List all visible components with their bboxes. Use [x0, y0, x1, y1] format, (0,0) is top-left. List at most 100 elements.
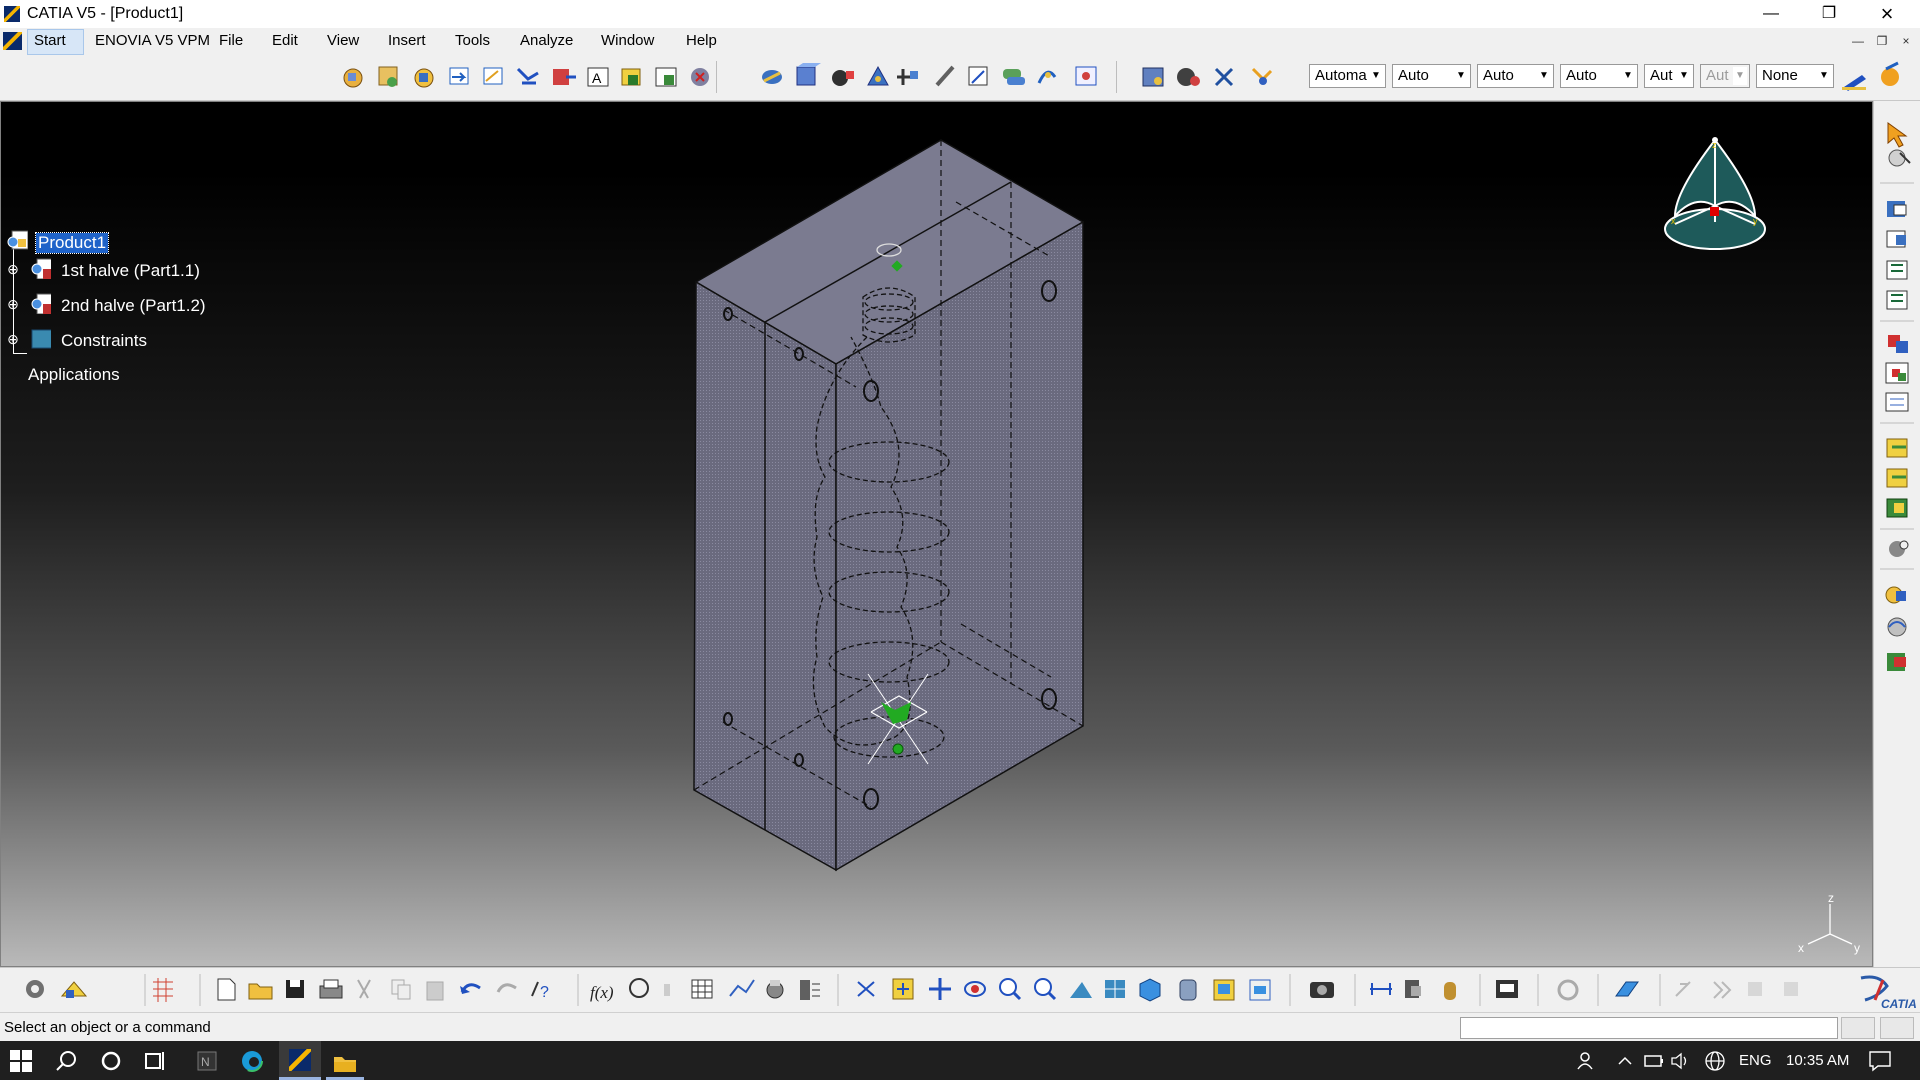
- painter-icons[interactable]: [1838, 55, 1918, 100]
- replace-component-icon: [1888, 335, 1908, 353]
- redo-icon: [496, 983, 517, 993]
- action-center-icon[interactable]: [1868, 1050, 1892, 1072]
- generate-numbering-icon: [1885, 392, 1909, 412]
- line-type-combo[interactable]: Automa ▼: [1309, 64, 1386, 88]
- clash-icon: [1885, 586, 1906, 604]
- chevron-down-icon: ▼: [1733, 67, 1747, 85]
- paste-icon: [426, 981, 444, 1001]
- layer-combo[interactable]: None ▼: [1756, 64, 1834, 88]
- taskbar-catia-active[interactable]: [279, 1041, 321, 1080]
- product-structure-icons[interactable]: A: [343, 66, 709, 88]
- power-input-option-button[interactable]: [1880, 1017, 1914, 1039]
- bill-of-material-icon: [1887, 653, 1906, 671]
- pan-icon: [929, 978, 951, 1000]
- print-icon: [319, 979, 343, 999]
- reactions-icon: [729, 979, 755, 997]
- power-input-ok-button[interactable]: [1841, 1017, 1875, 1039]
- open-folder-icon: [248, 983, 273, 1000]
- undo-icon: [460, 983, 481, 994]
- iso-view-icon: [1139, 978, 1161, 1002]
- menu-window[interactable]: Window: [601, 32, 654, 49]
- input-language[interactable]: ENG: [1739, 1052, 1772, 1069]
- graph-tree-reordering-icon: [1885, 362, 1909, 384]
- orientation-compass-icon[interactable]: z x y: [1655, 132, 1775, 272]
- line-thickness-combo[interactable]: Auto ▼: [1392, 64, 1471, 88]
- color-combo[interactable]: Auto ▼: [1560, 64, 1638, 88]
- power-input-field[interactable]: [1460, 1017, 1838, 1039]
- clock-time[interactable]: 10:35 AM: [1786, 1052, 1849, 1069]
- file-explorer-icon[interactable]: [332, 1049, 358, 1075]
- doc-restore-icon[interactable]: ❐: [1874, 34, 1890, 50]
- network-globe-icon[interactable]: [1704, 1050, 1726, 1072]
- windows-start-icon[interactable]: [10, 1050, 32, 1072]
- menu-help[interactable]: Help: [686, 32, 717, 49]
- compass-axis-x: x: [1671, 216, 1676, 226]
- table-icon: [691, 979, 713, 999]
- toolbar-right: [1873, 101, 1920, 967]
- svg-text:N: N: [201, 1055, 210, 1069]
- menu-insert[interactable]: Insert: [388, 32, 426, 49]
- triad-axis-y: y: [1854, 941, 1860, 955]
- zoom-out-icon: [1034, 978, 1057, 1001]
- rotate-icon: [964, 981, 986, 997]
- mold-block[interactable]: [693, 139, 1085, 872]
- menu-file[interactable]: File: [219, 32, 243, 49]
- zoom-in-icon: [999, 978, 1022, 1001]
- menu-analyze[interactable]: Analyze: [520, 32, 573, 49]
- camera-icon: [1310, 982, 1334, 998]
- edge-browser-icon[interactable]: [240, 1049, 264, 1073]
- restore-button[interactable]: ❐: [1800, 0, 1858, 28]
- status-message: Select an object or a command: [4, 1019, 211, 1036]
- title-bar: CATIA V5 - [Product1] — ❐ ×: [0, 0, 1920, 28]
- task-view-icon[interactable]: [144, 1050, 168, 1072]
- menu-edit[interactable]: Edit: [272, 32, 298, 49]
- constraint-icons[interactable]: [762, 63, 1097, 87]
- bottom-toolbar-icons[interactable]: ? f(x): [0, 968, 1920, 1013]
- 3d-viewport[interactable]: Product1 ⊕ 1st halve (Part1.1) ⊕ 2nd hal…: [0, 101, 1873, 967]
- svg-text:A: A: [592, 70, 602, 86]
- point-symbol-combo[interactable]: Auto ▼: [1477, 64, 1554, 88]
- minimize-button[interactable]: —: [1742, 0, 1800, 28]
- close-button[interactable]: ×: [1858, 0, 1916, 28]
- chevron-down-icon: ▼: [1369, 67, 1383, 85]
- volume-icon[interactable]: [1670, 1051, 1692, 1071]
- catalog-icon: [766, 980, 784, 999]
- menu-view[interactable]: View: [327, 32, 359, 49]
- fit-all-in-icon: [892, 978, 914, 1000]
- line-weight-combo: Aut ▼: [1700, 64, 1750, 88]
- transparency-combo[interactable]: Aut ▼: [1644, 64, 1694, 88]
- catia-logo-icon: [3, 32, 22, 50]
- mold-geometry[interactable]: [1, 102, 1873, 967]
- window-title: CATIA V5 - [Product1]: [27, 5, 184, 22]
- chevron-down-icon: ▼: [1537, 67, 1551, 85]
- menu-tools[interactable]: Tools: [455, 32, 490, 49]
- catia-brand-text: CATIA: [1881, 997, 1917, 1011]
- doc-minimize-icon[interactable]: —: [1850, 34, 1866, 50]
- measure-between-icon: [1370, 983, 1392, 995]
- svg-text:?: ?: [540, 984, 549, 1001]
- chevron-up-icon[interactable]: [1616, 1052, 1634, 1070]
- search-icon[interactable]: [56, 1050, 78, 1072]
- chevron-down-icon: ▼: [1817, 67, 1831, 85]
- doc-close-icon[interactable]: ×: [1898, 34, 1914, 50]
- menu-enovia[interactable]: ENOVIA V5 VPM: [95, 32, 210, 49]
- analysis-icons[interactable]: [1142, 67, 1273, 87]
- menu-start[interactable]: Start: [34, 32, 66, 49]
- toolbar-bottom: ? f(x) CATIA: [0, 967, 1920, 1013]
- right-toolbar-icons[interactable]: [1874, 101, 1920, 967]
- new-product-icon: [1886, 260, 1908, 280]
- battery-icon[interactable]: [1643, 1052, 1665, 1070]
- save-icon: [286, 980, 304, 998]
- catia-taskbar-icon: [289, 1049, 311, 1071]
- measure-inertia-icon: [1444, 982, 1456, 1000]
- toolbar-top: A Automa ▼ Auto ▼ Auto ▼ Auto ▼ Aut ▼ Au…: [0, 55, 1920, 101]
- people-icon[interactable]: [1576, 1050, 1598, 1072]
- measure-item-icon: [1405, 980, 1421, 998]
- onenote-icon[interactable]: N: [196, 1050, 218, 1072]
- explode-icon: [1889, 540, 1909, 557]
- formula-icon: f(x): [590, 983, 614, 1002]
- triad-axis-x: x: [1798, 941, 1804, 955]
- normal-view-icon: [1070, 982, 1092, 998]
- smart-move-icon: [1886, 498, 1908, 518]
- cortana-icon[interactable]: [100, 1050, 122, 1072]
